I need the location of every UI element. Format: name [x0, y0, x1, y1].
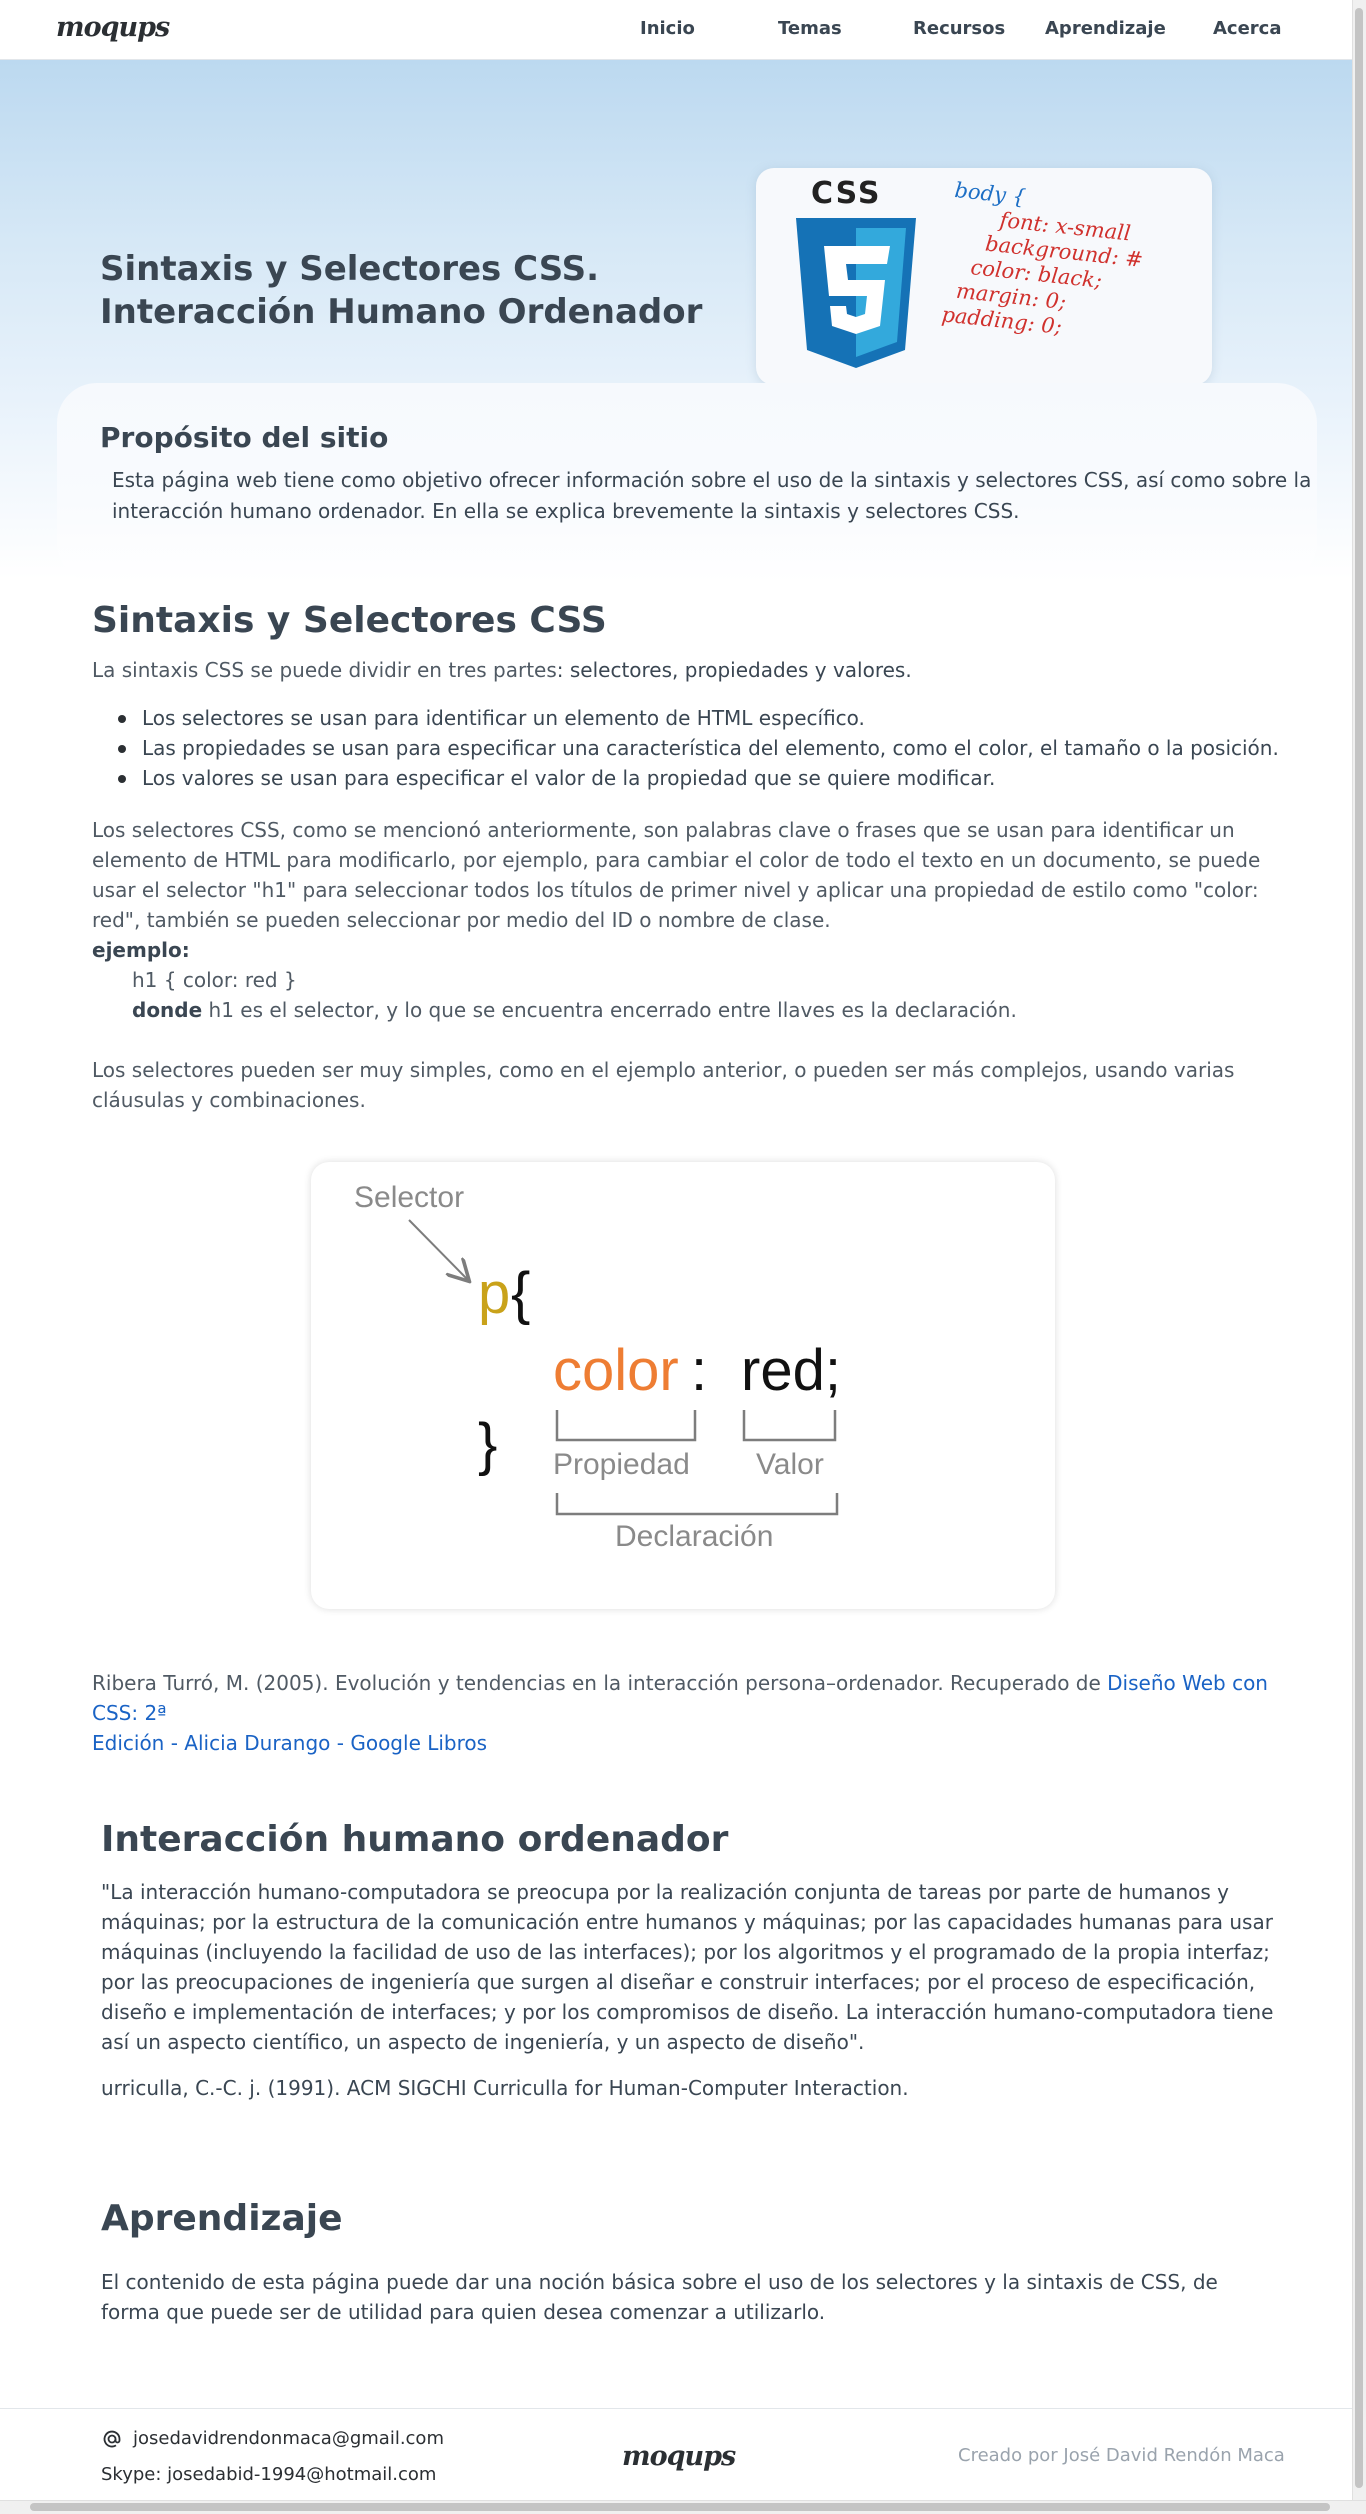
nav-item-aprendizaje[interactable]: Aprendizaje: [1045, 18, 1166, 39]
citation-link-part2[interactable]: Edición - Alicia Durango - Google Libros: [92, 1731, 487, 1755]
close-brace: }: [478, 1412, 497, 1477]
example-label: ejemplo:: [92, 938, 190, 962]
example-explanation: donde h1 es el selector, y lo que se enc…: [132, 995, 1017, 1025]
purpose-panel: Propósito del sitio Esta página web tien…: [57, 383, 1317, 583]
selectors-paragraph-2: Los selectores pueden ser muy simples, c…: [92, 1058, 1235, 1112]
syntax-intro: La sintaxis CSS se puede dividir en tres…: [92, 655, 912, 685]
nav-item-recursos[interactable]: Recursos: [913, 18, 1005, 39]
page-title: Sintaxis y Selectores CSS. Interacción H…: [100, 248, 702, 334]
nav-item-acerca[interactable]: Acerca: [1213, 18, 1282, 39]
selector-p: p: [478, 1261, 510, 1326]
learning-text: El contenido de esta página puede dar un…: [101, 2270, 1218, 2324]
nav-item-inicio[interactable]: Inicio: [640, 18, 695, 39]
footer-moqups-logo[interactable]: moqups: [622, 2441, 736, 2472]
value-label: Valor: [756, 1448, 824, 1481]
horizontal-scrollbar-thumb[interactable]: [30, 2503, 1330, 2511]
selector-label: Selector: [354, 1181, 464, 1214]
list-item: Los valores se usan para especificar el …: [118, 763, 1279, 793]
hci-heading: Interacción humano ordenador: [101, 1819, 729, 1860]
selectors-paragraph: Los selectores CSS, como se mencionó ant…: [92, 818, 1261, 932]
syntax-intro-part2: : selectores, propiedades y valores.: [556, 658, 912, 682]
declaration-bracket: [555, 1493, 839, 1516]
list-item: Las propiedades se usan para especificar…: [118, 733, 1279, 763]
page-title-line1: Sintaxis y Selectores CSS.: [100, 249, 600, 289]
at-sign-icon: [103, 2430, 121, 2448]
syntax-citation-text: Ribera Turró, M. (2005). Evolución y ten…: [92, 1671, 1108, 1695]
css-syntax-diagram-svg: Selector p { color : red; } Propiedad Va…: [354, 1181, 841, 1553]
syntax-bullet-list: Los selectores se usan para identificar …: [118, 703, 1279, 793]
syntax-intro-part1: La sintaxis CSS se puede dividir en tres…: [92, 658, 557, 682]
footer-skype: Skype: josedabid-1994@hotmail.com: [101, 2464, 437, 2485]
footer-email[interactable]: josedavidrendonmaca@gmail.com: [133, 2428, 444, 2449]
property-label: Propiedad: [553, 1448, 690, 1481]
css3-hero-image: CSS body { font: x-small background: # c…: [756, 168, 1212, 385]
list-item: Los selectores se usan para identificar …: [118, 703, 1279, 733]
vertical-scrollbar-thumb[interactable]: [1355, 8, 1363, 2488]
hci-citation: urriculla, C.-C. j. (1991). ACM SIGCHI C…: [101, 2076, 909, 2100]
css3-shield-icon: [796, 218, 916, 368]
footer-credit: Creado por José David Rendón Maca: [958, 2445, 1285, 2466]
moqups-logo[interactable]: moqups: [56, 12, 170, 43]
donde-text: h1 es el selector, y lo que se encuentra…: [202, 998, 1017, 1022]
donde-label: donde: [132, 998, 203, 1022]
property-color: color: [553, 1338, 679, 1403]
property-bracket: [555, 1410, 697, 1442]
footer: josedavidrendonmaca@gmail.com Skype: jos…: [0, 2408, 1352, 2500]
purpose-text: Esta página web tiene como objetivo ofre…: [112, 468, 1312, 523]
colon: :: [691, 1338, 707, 1403]
value-red: red;: [741, 1338, 841, 1403]
value-bracket: [742, 1410, 837, 1442]
open-brace: {: [511, 1261, 530, 1326]
nav-item-temas[interactable]: Temas: [778, 18, 842, 39]
declaration-label: Declaración: [615, 1520, 773, 1553]
learning-heading: Aprendizaje: [101, 2198, 343, 2239]
example-code: h1 { color: red }: [132, 968, 297, 992]
selector-arrow: [408, 1219, 468, 1280]
css3-badge-text: CSS: [811, 176, 882, 211]
css-code-snippet: body { font: x-small background: # color…: [940, 178, 1149, 348]
purpose-heading: Propósito del sitio: [100, 421, 389, 454]
syntax-citation: Ribera Turró, M. (2005). Evolución y ten…: [92, 1668, 1282, 1758]
syntax-heading: Sintaxis y Selectores CSS: [92, 600, 607, 641]
css-syntax-diagram: Selector p { color : red; } Propiedad Va…: [311, 1162, 1055, 1609]
hci-quote: "La interacción humano-computadora se pr…: [101, 1880, 1274, 2054]
page-title-line2: Interacción Humano Ordenador: [100, 292, 703, 332]
top-nav: moqups Inicio Temas Recursos Aprendizaje…: [0, 0, 1352, 60]
